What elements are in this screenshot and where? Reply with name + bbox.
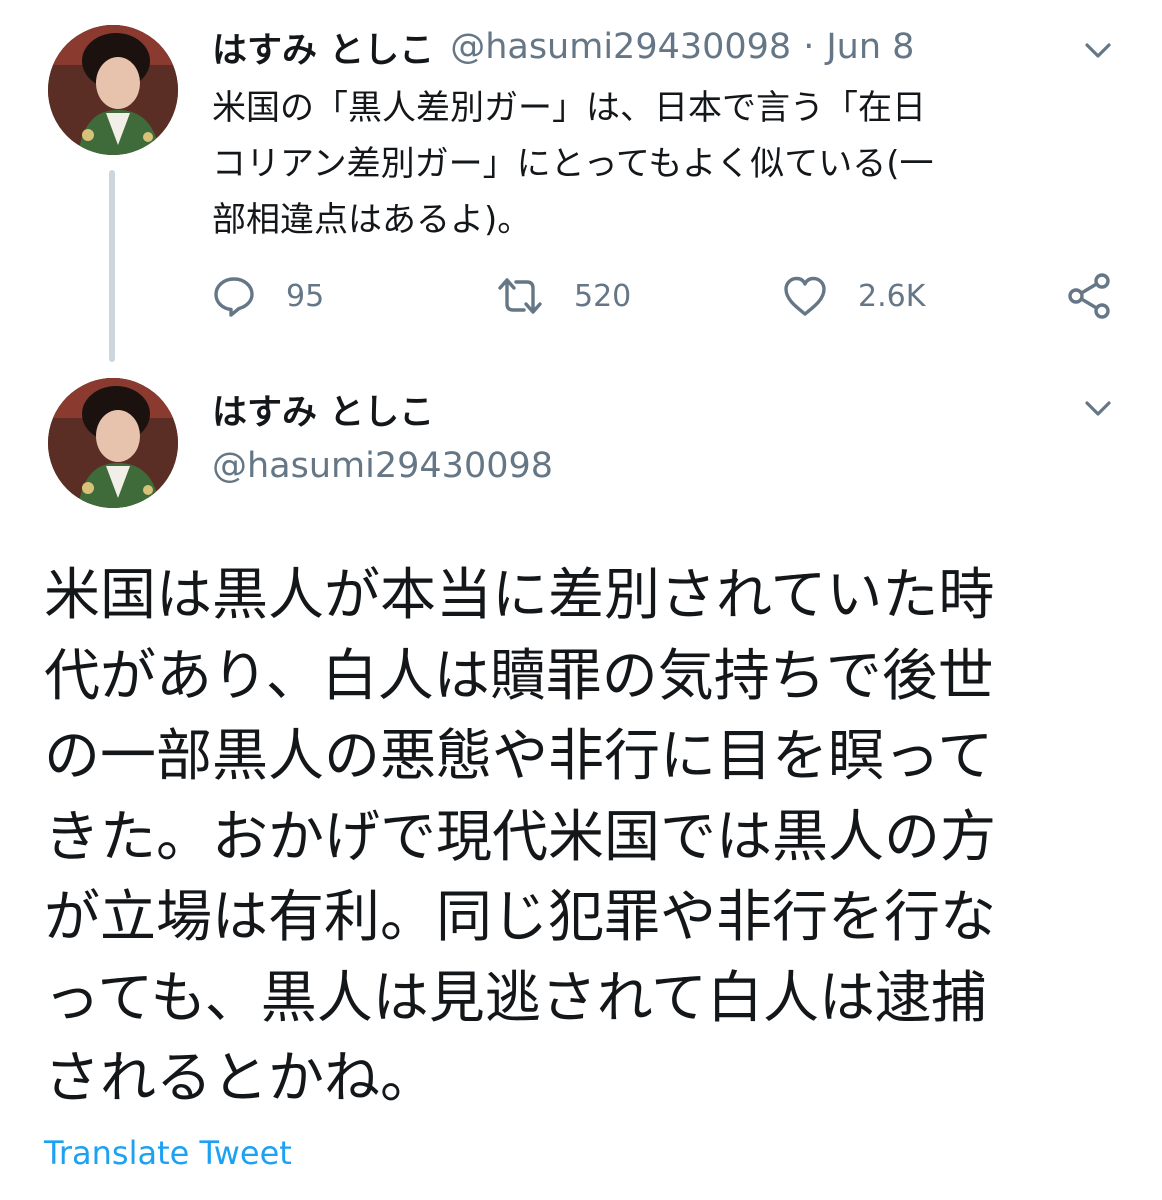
separator-dot: · <box>803 27 815 67</box>
retweet-count: 520 <box>574 278 632 314</box>
avatar[interactable] <box>48 25 178 155</box>
reply-button[interactable]: 95 <box>212 268 324 324</box>
like-button[interactable]: 2.6K <box>782 268 925 324</box>
tweet-date[interactable]: Jun 8 <box>826 27 914 67</box>
tweet-actions: 95 520 2.6K <box>212 268 1122 324</box>
thread-connector <box>109 170 115 362</box>
user-handle[interactable]: @hasumi29430098 <box>450 27 791 67</box>
tweet-text: 米国は黒人が本当に差別されていた時 代があり、白人は贖罪の気持ちで後世 の一部黒… <box>44 563 996 1111</box>
reply-icon <box>214 277 254 317</box>
tweet-text: 米国の「黒人差別ガー」は、日本で言う「在日 コリアン差別ガー」にとってもよく似て… <box>212 88 934 240</box>
heart-icon <box>784 276 826 316</box>
share-icon <box>1068 273 1110 319</box>
display-name[interactable]: はすみ としこ <box>212 384 434 435</box>
reply-count: 95 <box>286 278 325 314</box>
chevron-down-icon[interactable] <box>1082 38 1114 62</box>
avatar[interactable] <box>48 378 178 508</box>
retweet-icon <box>498 278 542 314</box>
chevron-down-icon[interactable] <box>1082 396 1114 420</box>
display-name[interactable]: はすみ としこ <box>212 22 434 73</box>
retweet-button[interactable]: 520 <box>496 268 631 324</box>
tweet-header: はすみ としこ @hasumi29430098 · Jun 8 <box>212 22 914 72</box>
share-button[interactable] <box>1066 268 1144 324</box>
user-handle[interactable]: @hasumi29430098 <box>212 446 553 486</box>
like-count: 2.6K <box>858 278 926 314</box>
translate-tweet-link[interactable]: Translate Tweet <box>44 1134 292 1172</box>
